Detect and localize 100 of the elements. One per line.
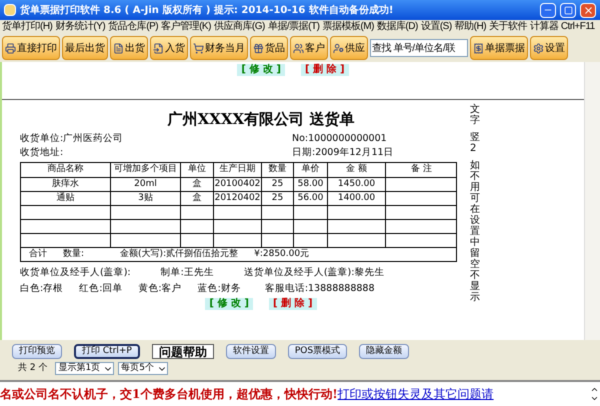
date-text: 日期:2009年12月11日	[292, 146, 395, 160]
document-icon	[153, 42, 164, 54]
column-header: 金 额	[328, 163, 386, 177]
action-button[interactable]: 隐藏金额	[359, 344, 410, 359]
column-header: 单价	[294, 163, 328, 177]
page-select[interactable]: 显示第1页	[55, 362, 114, 376]
document-title: 广州XXXX有限公司 送货单	[166, 110, 354, 128]
minimize-button[interactable]	[540, 2, 556, 18]
toolbar-button[interactable]: 直接打印	[2, 36, 60, 60]
help-link[interactable]: 打印或按钮失灵及其它问题请	[338, 385, 494, 403]
action-button[interactable]: 软件设置	[226, 344, 276, 359]
recipient-text: 收货单位:广州医药公司	[20, 132, 124, 146]
vertical-note: 如不用可在设置中留空不显示	[470, 160, 480, 303]
table-cell: 20120402	[214, 192, 262, 205]
count-text: 共 2 个	[18, 362, 48, 375]
number-text: No:1000000000001	[292, 132, 388, 146]
total-text: ¥:2850.00元	[254, 248, 310, 261]
action-button[interactable]: POS票模式	[288, 344, 348, 359]
total-text: 合计	[29, 248, 47, 261]
column-header: 可增加多个项目	[111, 163, 181, 177]
address-text: 收货地址:	[20, 146, 64, 160]
promo-text: 名或公司名不认机子，交1个费多台机使用，超优惠，快快行动!	[0, 386, 338, 403]
column-header: 生产日期	[214, 163, 262, 177]
search-field[interactable]: 查找 单号/单位名/联	[370, 39, 468, 57]
printer-icon	[5, 42, 16, 54]
table-cell: 1400.00	[328, 192, 386, 205]
menu-item[interactable]: 供应商库(G)	[214, 21, 265, 33]
close-icon	[582, 4, 594, 16]
window-title: 货单票据打印软件 8.6 ( A-Jin 版权所有 ) 提示: 2014-10-16 软件自动备份成功!	[20, 4, 394, 18]
settings-icon	[533, 42, 544, 54]
signature-text: 收货单位及经手人(盖章):	[20, 266, 131, 280]
menu-item[interactable]: 客户管理(K)	[161, 21, 211, 33]
down-icon	[590, 394, 599, 403]
menu-item[interactable]: 票据模板(M)	[322, 21, 374, 33]
toolbar-button[interactable]: 出货	[110, 36, 148, 60]
receipt-icon	[473, 42, 484, 54]
table-cell: 25	[262, 192, 294, 205]
total-text: 金额(大写):贰仟捌佰伍拾元整	[120, 248, 238, 261]
signature-text: 送货单位及经手人(盖章):黎先生	[244, 266, 384, 280]
gift-icon	[253, 42, 264, 54]
people-icon	[293, 42, 304, 54]
action-button[interactable]: 打印 Ctrl+P	[74, 344, 140, 359]
help-button[interactable]: 问题帮助	[152, 344, 214, 359]
up-icon	[590, 385, 599, 394]
toolbar-button[interactable]: 入货	[150, 36, 188, 60]
menu-item[interactable]: 货单打印(H)	[2, 21, 52, 33]
menu-item[interactable]: 单据/票据(T)	[268, 21, 320, 33]
table-cell: 20ml	[111, 178, 181, 191]
copy-text: 客服电话:13888888888	[264, 282, 374, 296]
table-cell: 通贴	[21, 192, 111, 205]
spin-control[interactable]	[590, 385, 600, 403]
table-cell: 盒	[181, 192, 214, 205]
table-cell: 1450.00	[328, 178, 386, 191]
menu-item[interactable]: 设置(S)	[420, 21, 452, 33]
column-header: 备 注	[410, 163, 433, 176]
maximize-button[interactable]	[560, 2, 576, 18]
table-cell: 盒	[181, 178, 214, 191]
menu-item[interactable]: 财务统计(Y)	[55, 21, 106, 33]
toolbar-button[interactable]: 设置	[530, 36, 568, 60]
column-header: 商品名称	[21, 163, 111, 177]
vertical-note: 竖2	[470, 132, 480, 154]
menu-item[interactable]: 帮助(H)	[454, 21, 486, 33]
menu-item[interactable]: 计算器 Ctrl+F11	[530, 21, 595, 33]
toolbar-button[interactable]: 财务当月	[190, 36, 248, 60]
toolbar-button[interactable]: 货品	[250, 36, 288, 60]
action-button[interactable]: 打印预览	[12, 344, 62, 359]
person-icon	[333, 42, 344, 54]
column-header: 单位	[181, 163, 214, 177]
total-text: 数量:	[63, 248, 84, 261]
table-cell: 58.00	[294, 178, 328, 191]
copy-text: 黄色:客户	[138, 282, 182, 296]
signature-text: 制单:王先生	[160, 266, 214, 280]
toolbar-button[interactable]: 单据票据	[470, 36, 528, 60]
edit-link[interactable]: [ 修 改 ]	[205, 298, 253, 310]
app-icon	[4, 4, 16, 16]
table-cell: 3贴	[111, 192, 181, 205]
maximize-icon	[564, 6, 572, 14]
menu-item[interactable]: 数据库(D)	[376, 21, 418, 33]
copy-text: 白色:存根	[20, 282, 64, 296]
menu-item[interactable]: 关于软件	[489, 21, 528, 33]
table-cell: 56.00	[294, 192, 328, 205]
table-cell: 肤痒水	[21, 178, 111, 191]
close-button[interactable]	[580, 2, 596, 18]
copy-text: 蓝色:财务	[198, 282, 241, 296]
vertical-note: 文字	[470, 104, 480, 126]
toolbar-button[interactable]: 供应	[330, 36, 368, 60]
toolbar-button[interactable]: 客户	[290, 36, 328, 60]
copy-text: 红色:回单	[79, 282, 122, 296]
page-select[interactable]: 每页5个	[118, 362, 168, 376]
toolbar-button[interactable]: 最后出货	[62, 36, 108, 60]
column-header: 数量	[262, 163, 294, 177]
cart-icon	[193, 42, 204, 54]
delete-link[interactable]: [ 删 除 ]	[301, 64, 349, 76]
scrollbar[interactable]	[584, 62, 600, 340]
delete-link[interactable]: [ 删 除 ]	[269, 298, 317, 310]
menu-item[interactable]: 货品仓库(P)	[108, 21, 158, 33]
table-cell: 25	[262, 178, 294, 191]
document-icon	[113, 42, 124, 54]
table-cell: 20100402	[214, 178, 262, 191]
edit-link[interactable]: [ 修 改 ]	[237, 64, 285, 76]
